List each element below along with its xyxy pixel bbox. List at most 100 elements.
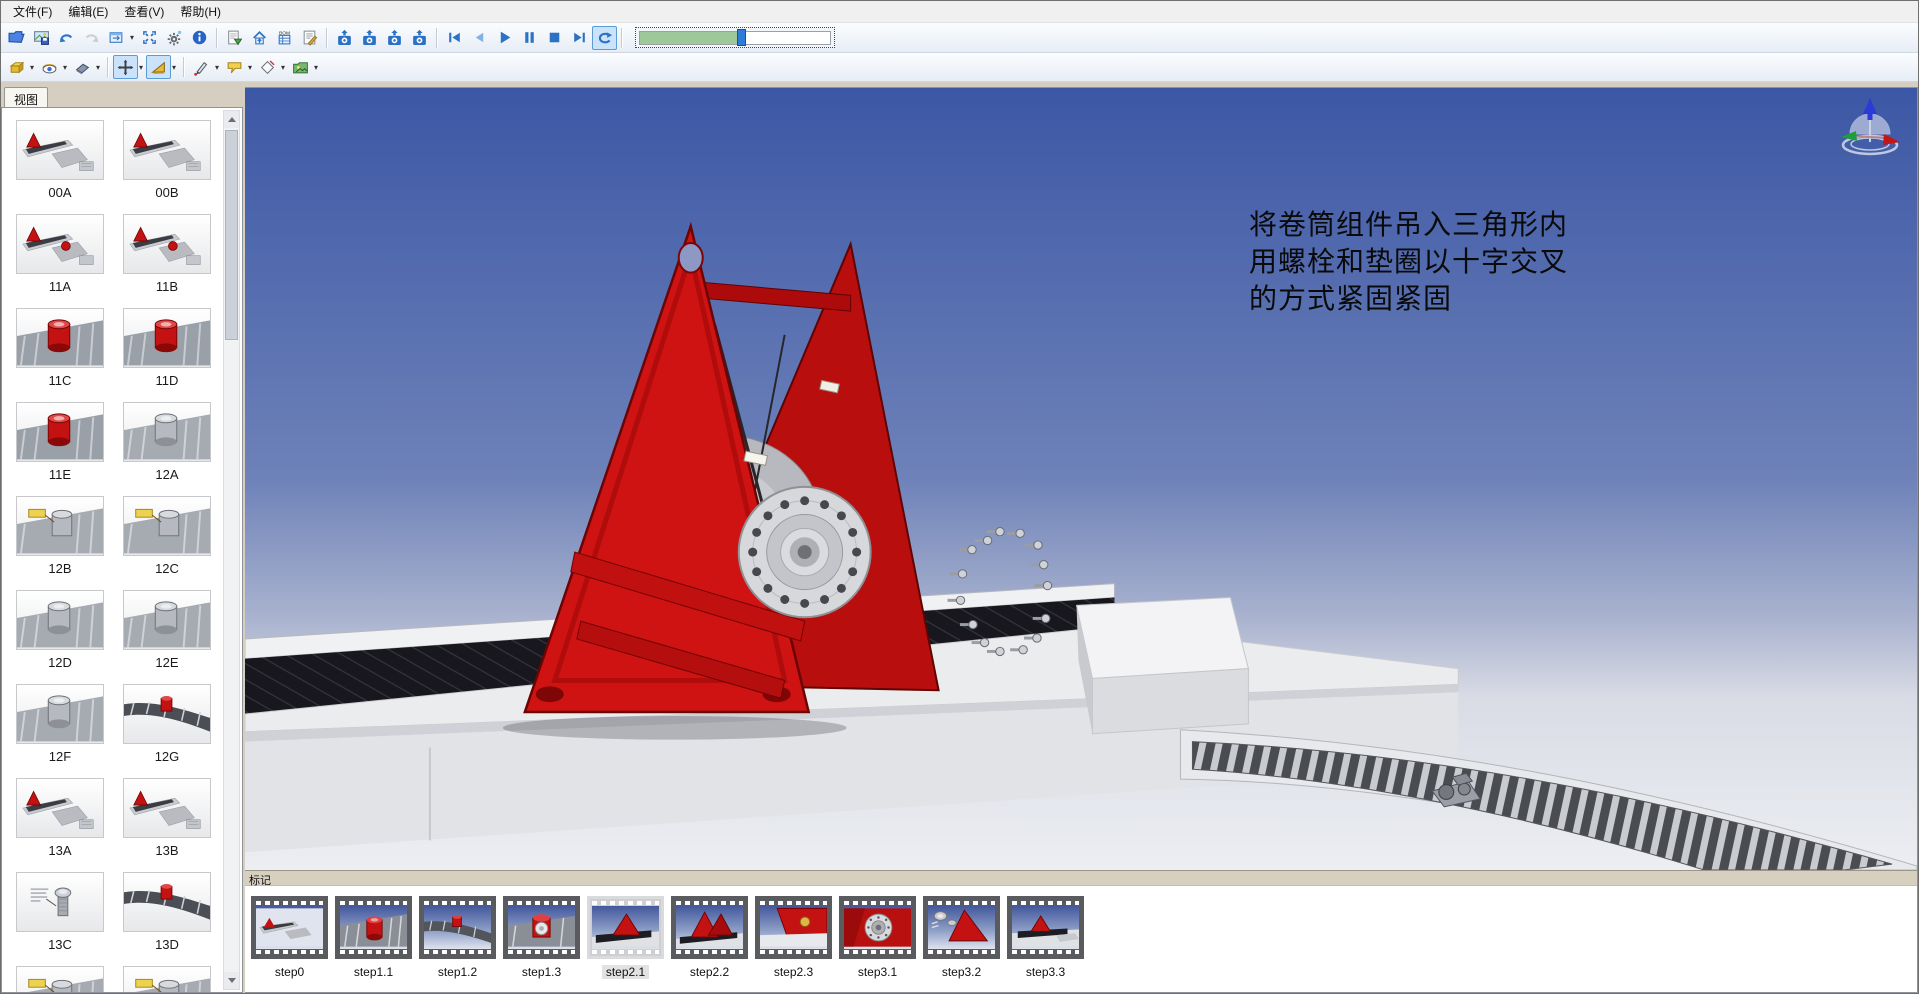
erase-parts-button[interactable] xyxy=(70,55,95,79)
step-thumbnail[interactable] xyxy=(251,896,328,959)
step-scene xyxy=(592,906,659,949)
view-label: 13A xyxy=(16,843,104,859)
step-thumbnail[interactable] xyxy=(671,896,748,959)
save-image-button[interactable] xyxy=(29,26,54,50)
step-thumbnail[interactable] xyxy=(335,896,412,959)
menu-item-help[interactable]: 帮助(H) xyxy=(172,1,229,22)
view-thumbnail[interactable] xyxy=(123,684,211,744)
camera-view-2-button[interactable] xyxy=(357,26,382,50)
pause-button[interactable] xyxy=(517,26,542,50)
dropdown-caret-icon[interactable]: ▾ xyxy=(278,63,288,72)
view-thumbnail[interactable] xyxy=(123,308,211,368)
save-markup-image-button[interactable] xyxy=(288,55,313,79)
view-thumbnail[interactable] xyxy=(16,778,104,838)
view-thumbnail[interactable] xyxy=(16,590,104,650)
last-frame-button[interactable] xyxy=(567,26,592,50)
view-thumbnail[interactable] xyxy=(123,872,211,932)
step-thumbnail[interactable] xyxy=(503,896,580,959)
window-layout-button[interactable] xyxy=(104,26,129,50)
dropdown-caret-icon[interactable]: ▾ xyxy=(93,63,103,72)
film-sprockets xyxy=(928,950,995,954)
view-thumbnail[interactable] xyxy=(16,214,104,274)
timeline-slider[interactable] xyxy=(635,27,835,48)
scroll-up-button[interactable] xyxy=(224,111,239,128)
timeline-slider-handle[interactable] xyxy=(737,29,746,46)
view-thumbnail[interactable] xyxy=(123,966,211,993)
view-thumbnail[interactable] xyxy=(123,590,211,650)
step-thumbnail[interactable] xyxy=(923,896,1000,959)
dropdown-caret-icon[interactable]: ▾ xyxy=(245,63,255,72)
views-scrollbar[interactable] xyxy=(223,110,240,990)
view-thumbnail[interactable] xyxy=(123,402,211,462)
scroll-down-button[interactable] xyxy=(224,972,239,989)
pen-icon xyxy=(193,59,210,76)
dropdown-caret-icon[interactable]: ▾ xyxy=(27,63,37,72)
view-thumbnail[interactable] xyxy=(123,778,211,838)
tab-views[interactable]: 视图 xyxy=(4,87,48,107)
assembly-scene xyxy=(245,88,1917,870)
view-thumbnail[interactable] xyxy=(16,872,104,932)
dropdown-caret-icon[interactable]: ▾ xyxy=(60,63,70,72)
step-thumbnail[interactable] xyxy=(755,896,832,959)
home-view-button[interactable] xyxy=(247,26,272,50)
view-compass[interactable] xyxy=(1837,96,1903,158)
info-button[interactable] xyxy=(187,26,212,50)
dropdown-caret-icon[interactable]: ▾ xyxy=(127,33,137,42)
step-thumbnail[interactable] xyxy=(839,896,916,959)
timeline-slider-fill xyxy=(640,32,741,44)
pen-markup-button[interactable] xyxy=(189,55,214,79)
erase-markup-button[interactable] xyxy=(255,55,280,79)
first-frame-button[interactable] xyxy=(442,26,467,50)
dropdown-caret-icon[interactable]: ▾ xyxy=(136,63,146,72)
view-label: 13B xyxy=(123,843,211,859)
step-thumbnail[interactable] xyxy=(1007,896,1084,959)
part-visibility-button[interactable] xyxy=(37,55,62,79)
view-thumbnail[interactable] xyxy=(16,308,104,368)
aframe-shadow xyxy=(503,716,847,740)
stop-button[interactable] xyxy=(542,26,567,50)
view-item: 12B xyxy=(16,496,104,590)
camera-view-3-button[interactable] xyxy=(382,26,407,50)
settings-gear-button[interactable] xyxy=(162,26,187,50)
drag-rotate-tool-button[interactable] xyxy=(146,55,171,79)
view-item: 12F xyxy=(16,684,104,778)
view-thumbnail[interactable] xyxy=(123,120,211,180)
scrollbar-thumb[interactable] xyxy=(225,130,238,340)
view-thumbnail[interactable] xyxy=(16,966,104,993)
export-page-button[interactable] xyxy=(222,26,247,50)
marks-panel: 标记 step0step1.1step1.2step1.3step2.1step… xyxy=(245,870,1917,992)
view-item: 12D xyxy=(16,590,104,684)
bom-table-button[interactable]: BOM xyxy=(272,26,297,50)
prev-frame-button[interactable] xyxy=(467,26,492,50)
menu-item-edit[interactable]: 编辑(E) xyxy=(60,1,116,22)
view-thumbnail[interactable] xyxy=(123,214,211,274)
camera-view-4-button[interactable] xyxy=(407,26,432,50)
view-thumbnail[interactable] xyxy=(16,402,104,462)
view-thumbnail[interactable] xyxy=(16,120,104,180)
camera-view-1-button[interactable] xyxy=(332,26,357,50)
redo-button[interactable] xyxy=(79,26,104,50)
menu-item-file[interactable]: 文件(F) xyxy=(5,1,60,22)
aframe-apex-hole xyxy=(679,243,703,273)
callout-markup-button[interactable] xyxy=(222,55,247,79)
view-thumbnail[interactable] xyxy=(16,684,104,744)
dropdown-caret-icon[interactable]: ▾ xyxy=(212,63,222,72)
menu-item-view[interactable]: 查看(V) xyxy=(116,1,172,22)
viewport-3d[interactable]: 将卷筒组件吊入三角形内用螺栓和垫圈以十字交叉的方式紧固紧固 xyxy=(245,88,1917,870)
view-thumbnail[interactable] xyxy=(123,496,211,556)
loop-playback-button[interactable] xyxy=(592,26,617,50)
step-thumbnail[interactable] xyxy=(419,896,496,959)
dropdown-caret-icon[interactable]: ▾ xyxy=(311,63,321,72)
dropdown-caret-icon[interactable]: ▾ xyxy=(169,63,179,72)
select-part-button[interactable] xyxy=(4,55,29,79)
fit-view-button[interactable] xyxy=(137,26,162,50)
undo-button[interactable] xyxy=(54,26,79,50)
loop-icon xyxy=(596,29,613,46)
step-thumbnail[interactable] xyxy=(587,896,664,959)
open-file-button[interactable] xyxy=(4,26,29,50)
view-label: 11C xyxy=(16,373,104,389)
play-button[interactable] xyxy=(492,26,517,50)
move-tool-button[interactable] xyxy=(113,55,138,79)
view-thumbnail[interactable] xyxy=(16,496,104,556)
notes-button[interactable] xyxy=(297,26,322,50)
